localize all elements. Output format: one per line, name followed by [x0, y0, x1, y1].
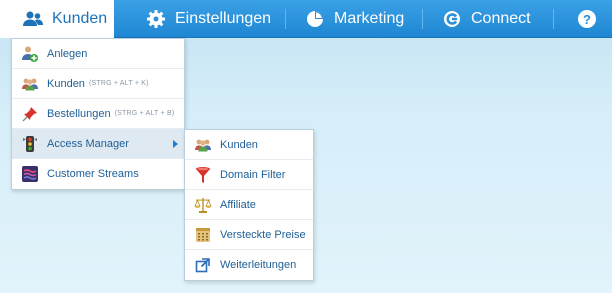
filter-icon [194, 166, 212, 184]
customers-icon [21, 75, 39, 93]
menu-item-bestellungen[interactable]: Bestellungen (STRG + ALT + B) [12, 99, 184, 129]
add-user-icon [21, 45, 39, 63]
nav-tab-einstellungen-label: Einstellungen [175, 10, 272, 27]
nav-tab-connect-label: Connect [471, 10, 531, 27]
submenu-item-domain-filter[interactable]: Domain Filter [185, 160, 313, 190]
scales-icon [194, 196, 212, 214]
users-icon [22, 8, 44, 30]
submenu-arrow-icon [173, 140, 178, 148]
nav-separator [285, 9, 286, 29]
keyboard-shortcut: (STRG + ALT + B) [114, 110, 175, 117]
submenu-item-affiliate[interactable]: Affiliate [185, 190, 313, 220]
kunden-dropdown-menu: Anlegen Kunden (STRG + ALT + K) Bestellu… [11, 38, 185, 190]
menu-item-access-manager[interactable]: Access Manager [12, 129, 184, 159]
nav-tab-marketing[interactable]: Marketing [304, 0, 404, 38]
nav-tab-marketing-label: Marketing [334, 10, 405, 27]
menu-item-anlegen[interactable]: Anlegen [12, 39, 184, 69]
menu-item-label: Customer Streams [47, 168, 139, 180]
nav-tab-einstellungen[interactable]: Einstellungen [145, 0, 271, 38]
nav-tab-connect[interactable]: Connect [441, 0, 531, 38]
pie-chart-icon [304, 8, 326, 30]
menu-item-customer-streams[interactable]: Customer Streams [12, 159, 184, 189]
pin-icon [21, 105, 39, 123]
submenu-item-label: Versteckte Preise [220, 228, 306, 241]
nav-tab-kunden-label: Kunden [52, 10, 108, 27]
submenu-item-label: Affiliate [220, 198, 256, 211]
submenu-item-label: Weiterleitungen [220, 259, 297, 271]
external-link-icon [194, 256, 212, 274]
nav-tab-kunden[interactable]: Kunden [0, 0, 114, 38]
menu-item-label: Kunden [47, 77, 85, 90]
submenu-item-kunden[interactable]: Kunden [185, 130, 313, 160]
submenu-item-label: Kunden [220, 138, 258, 151]
traffic-light-icon [21, 135, 39, 153]
submenu-item-label: Domain Filter [220, 168, 286, 181]
help-icon: ? [578, 10, 596, 28]
menu-item-label: Access Manager [47, 137, 129, 150]
menu-item-label: Bestellungen [47, 107, 111, 120]
access-manager-submenu: Kunden Domain Filter Affiliate Versteckt… [184, 129, 314, 281]
connect-icon [441, 8, 463, 30]
top-navigation-bar: Kunden Einstellungen Marketing Connect ? [0, 0, 612, 38]
streams-icon [21, 165, 39, 183]
submenu-item-weiterleitungen[interactable]: Weiterleitungen [185, 250, 313, 280]
submenu-item-versteckte-preise[interactable]: Versteckte Preise [185, 220, 313, 250]
help-button[interactable]: ? [578, 0, 596, 38]
menu-item-kunden[interactable]: Kunden (STRG + ALT + K) [12, 69, 184, 99]
customers-icon [194, 136, 212, 154]
nav-separator [422, 9, 423, 29]
nav-separator [553, 9, 554, 29]
keyboard-shortcut: (STRG + ALT + K) [88, 80, 149, 87]
gear-icon [145, 8, 167, 30]
price-list-icon [194, 226, 212, 244]
menu-item-label: Anlegen [47, 47, 88, 60]
